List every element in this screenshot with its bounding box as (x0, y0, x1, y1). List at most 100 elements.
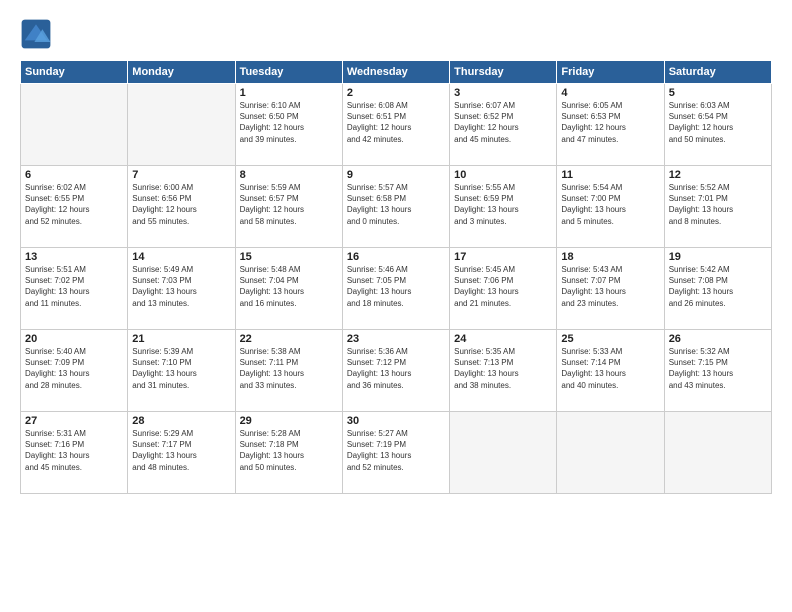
day-number: 10 (454, 169, 552, 181)
calendar-week-row: 6Sunrise: 6:02 AM Sunset: 6:55 PM Daylig… (21, 166, 772, 248)
calendar-cell: 20Sunrise: 5:40 AM Sunset: 7:09 PM Dayli… (21, 330, 128, 412)
day-number: 13 (25, 251, 123, 263)
day-number: 15 (240, 251, 338, 263)
calendar-cell: 28Sunrise: 5:29 AM Sunset: 7:17 PM Dayli… (128, 412, 235, 494)
day-number: 22 (240, 333, 338, 345)
day-number: 8 (240, 169, 338, 181)
day-info: Sunrise: 5:55 AM Sunset: 6:59 PM Dayligh… (454, 182, 552, 227)
day-number: 4 (561, 87, 659, 99)
calendar-cell (21, 84, 128, 166)
day-number: 12 (669, 169, 767, 181)
calendar-cell: 26Sunrise: 5:32 AM Sunset: 7:15 PM Dayli… (664, 330, 771, 412)
calendar-cell: 4Sunrise: 6:05 AM Sunset: 6:53 PM Daylig… (557, 84, 664, 166)
day-info: Sunrise: 5:27 AM Sunset: 7:19 PM Dayligh… (347, 428, 445, 473)
day-info: Sunrise: 6:05 AM Sunset: 6:53 PM Dayligh… (561, 100, 659, 145)
calendar-header-row: SundayMondayTuesdayWednesdayThursdayFrid… (21, 61, 772, 84)
day-info: Sunrise: 5:35 AM Sunset: 7:13 PM Dayligh… (454, 346, 552, 391)
day-info: Sunrise: 6:10 AM Sunset: 6:50 PM Dayligh… (240, 100, 338, 145)
day-info: Sunrise: 5:39 AM Sunset: 7:10 PM Dayligh… (132, 346, 230, 391)
day-number: 1 (240, 87, 338, 99)
day-number: 23 (347, 333, 445, 345)
day-info: Sunrise: 5:42 AM Sunset: 7:08 PM Dayligh… (669, 264, 767, 309)
day-info: Sunrise: 5:38 AM Sunset: 7:11 PM Dayligh… (240, 346, 338, 391)
calendar-cell: 22Sunrise: 5:38 AM Sunset: 7:11 PM Dayli… (235, 330, 342, 412)
day-info: Sunrise: 5:33 AM Sunset: 7:14 PM Dayligh… (561, 346, 659, 391)
calendar-cell: 23Sunrise: 5:36 AM Sunset: 7:12 PM Dayli… (342, 330, 449, 412)
calendar-cell: 9Sunrise: 5:57 AM Sunset: 6:58 PM Daylig… (342, 166, 449, 248)
weekday-header: Saturday (664, 61, 771, 84)
calendar-cell: 19Sunrise: 5:42 AM Sunset: 7:08 PM Dayli… (664, 248, 771, 330)
day-info: Sunrise: 5:57 AM Sunset: 6:58 PM Dayligh… (347, 182, 445, 227)
calendar-cell: 5Sunrise: 6:03 AM Sunset: 6:54 PM Daylig… (664, 84, 771, 166)
calendar-cell: 11Sunrise: 5:54 AM Sunset: 7:00 PM Dayli… (557, 166, 664, 248)
day-number: 7 (132, 169, 230, 181)
day-number: 26 (669, 333, 767, 345)
day-number: 21 (132, 333, 230, 345)
day-number: 11 (561, 169, 659, 181)
day-number: 28 (132, 415, 230, 427)
day-info: Sunrise: 5:54 AM Sunset: 7:00 PM Dayligh… (561, 182, 659, 227)
day-number: 16 (347, 251, 445, 263)
calendar-cell: 15Sunrise: 5:48 AM Sunset: 7:04 PM Dayli… (235, 248, 342, 330)
day-info: Sunrise: 6:03 AM Sunset: 6:54 PM Dayligh… (669, 100, 767, 145)
weekday-header: Wednesday (342, 61, 449, 84)
day-number: 20 (25, 333, 123, 345)
day-info: Sunrise: 6:07 AM Sunset: 6:52 PM Dayligh… (454, 100, 552, 145)
calendar-cell: 25Sunrise: 5:33 AM Sunset: 7:14 PM Dayli… (557, 330, 664, 412)
day-info: Sunrise: 5:28 AM Sunset: 7:18 PM Dayligh… (240, 428, 338, 473)
weekday-header: Sunday (21, 61, 128, 84)
calendar-week-row: 27Sunrise: 5:31 AM Sunset: 7:16 PM Dayli… (21, 412, 772, 494)
day-info: Sunrise: 6:08 AM Sunset: 6:51 PM Dayligh… (347, 100, 445, 145)
calendar-cell: 7Sunrise: 6:00 AM Sunset: 6:56 PM Daylig… (128, 166, 235, 248)
weekday-header: Thursday (450, 61, 557, 84)
calendar-cell: 10Sunrise: 5:55 AM Sunset: 6:59 PM Dayli… (450, 166, 557, 248)
day-info: Sunrise: 5:40 AM Sunset: 7:09 PM Dayligh… (25, 346, 123, 391)
day-info: Sunrise: 5:48 AM Sunset: 7:04 PM Dayligh… (240, 264, 338, 309)
day-info: Sunrise: 5:49 AM Sunset: 7:03 PM Dayligh… (132, 264, 230, 309)
day-info: Sunrise: 5:52 AM Sunset: 7:01 PM Dayligh… (669, 182, 767, 227)
day-number: 6 (25, 169, 123, 181)
calendar-cell: 18Sunrise: 5:43 AM Sunset: 7:07 PM Dayli… (557, 248, 664, 330)
page-header (20, 18, 772, 50)
calendar-cell (450, 412, 557, 494)
day-info: Sunrise: 5:43 AM Sunset: 7:07 PM Dayligh… (561, 264, 659, 309)
calendar-cell: 16Sunrise: 5:46 AM Sunset: 7:05 PM Dayli… (342, 248, 449, 330)
calendar-cell: 2Sunrise: 6:08 AM Sunset: 6:51 PM Daylig… (342, 84, 449, 166)
day-number: 2 (347, 87, 445, 99)
calendar-table: SundayMondayTuesdayWednesdayThursdayFrid… (20, 60, 772, 494)
calendar-cell: 1Sunrise: 6:10 AM Sunset: 6:50 PM Daylig… (235, 84, 342, 166)
day-number: 24 (454, 333, 552, 345)
day-number: 29 (240, 415, 338, 427)
calendar-week-row: 13Sunrise: 5:51 AM Sunset: 7:02 PM Dayli… (21, 248, 772, 330)
day-number: 27 (25, 415, 123, 427)
day-number: 25 (561, 333, 659, 345)
calendar-cell: 24Sunrise: 5:35 AM Sunset: 7:13 PM Dayli… (450, 330, 557, 412)
weekday-header: Tuesday (235, 61, 342, 84)
day-number: 14 (132, 251, 230, 263)
day-number: 5 (669, 87, 767, 99)
day-number: 9 (347, 169, 445, 181)
day-info: Sunrise: 5:36 AM Sunset: 7:12 PM Dayligh… (347, 346, 445, 391)
day-info: Sunrise: 5:32 AM Sunset: 7:15 PM Dayligh… (669, 346, 767, 391)
day-info: Sunrise: 6:02 AM Sunset: 6:55 PM Dayligh… (25, 182, 123, 227)
logo (20, 18, 54, 50)
logo-icon (20, 18, 52, 50)
calendar-cell: 29Sunrise: 5:28 AM Sunset: 7:18 PM Dayli… (235, 412, 342, 494)
calendar-cell: 3Sunrise: 6:07 AM Sunset: 6:52 PM Daylig… (450, 84, 557, 166)
calendar-cell: 14Sunrise: 5:49 AM Sunset: 7:03 PM Dayli… (128, 248, 235, 330)
calendar-week-row: 20Sunrise: 5:40 AM Sunset: 7:09 PM Dayli… (21, 330, 772, 412)
calendar-cell: 8Sunrise: 5:59 AM Sunset: 6:57 PM Daylig… (235, 166, 342, 248)
day-info: Sunrise: 6:00 AM Sunset: 6:56 PM Dayligh… (132, 182, 230, 227)
day-info: Sunrise: 5:29 AM Sunset: 7:17 PM Dayligh… (132, 428, 230, 473)
weekday-header: Monday (128, 61, 235, 84)
calendar-cell: 13Sunrise: 5:51 AM Sunset: 7:02 PM Dayli… (21, 248, 128, 330)
day-info: Sunrise: 5:31 AM Sunset: 7:16 PM Dayligh… (25, 428, 123, 473)
day-number: 30 (347, 415, 445, 427)
day-number: 18 (561, 251, 659, 263)
calendar-cell: 30Sunrise: 5:27 AM Sunset: 7:19 PM Dayli… (342, 412, 449, 494)
calendar-cell (664, 412, 771, 494)
calendar-cell (128, 84, 235, 166)
calendar-cell: 21Sunrise: 5:39 AM Sunset: 7:10 PM Dayli… (128, 330, 235, 412)
day-info: Sunrise: 5:45 AM Sunset: 7:06 PM Dayligh… (454, 264, 552, 309)
calendar-week-row: 1Sunrise: 6:10 AM Sunset: 6:50 PM Daylig… (21, 84, 772, 166)
